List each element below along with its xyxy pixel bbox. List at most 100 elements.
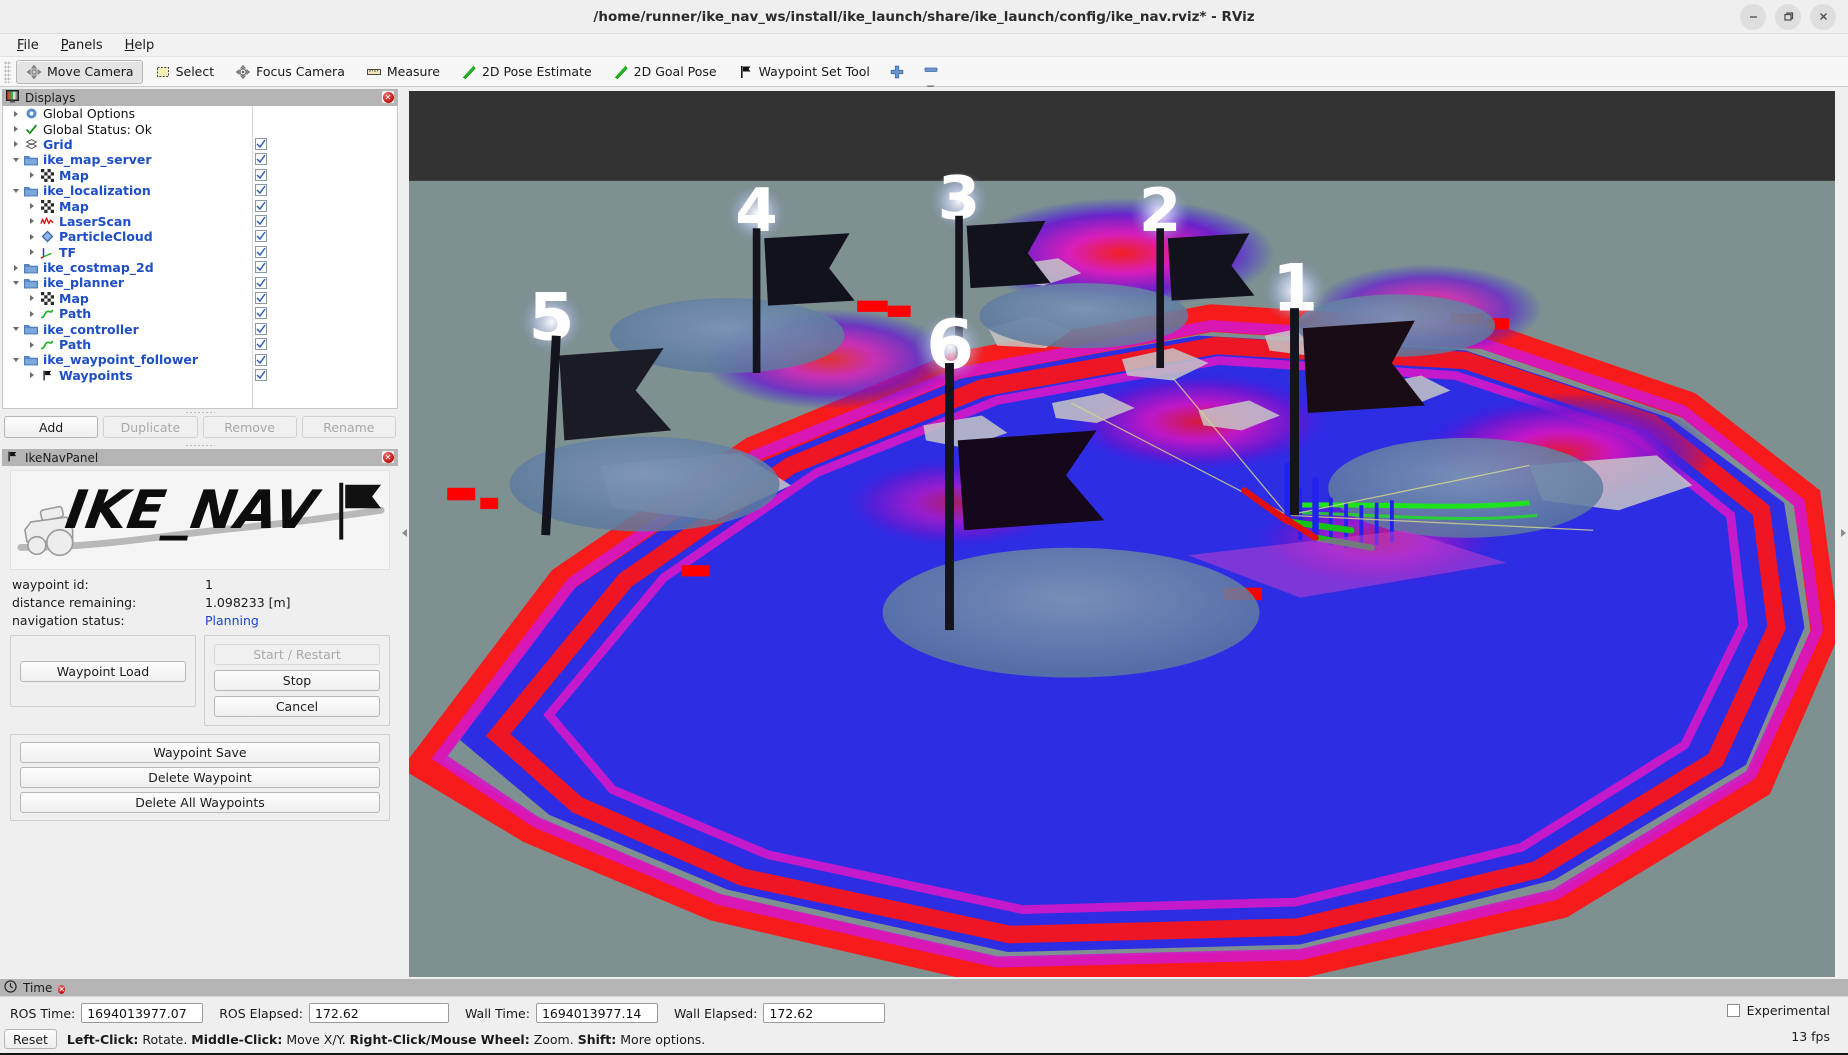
expander-icon[interactable] (9, 327, 23, 332)
tree-item-ike-costmap-2d[interactable]: ike_costmap_2d (3, 260, 397, 275)
reset-button[interactable]: Reset (4, 1029, 57, 1049)
displays-close-button[interactable]: ✕ (381, 90, 395, 104)
remove-tool-button[interactable] (915, 60, 947, 90)
tree-item-ike-planner[interactable]: ike_planner (3, 275, 397, 290)
expander-icon[interactable] (25, 295, 39, 302)
remove-display-button[interactable]: Remove (202, 416, 297, 438)
menu-file[interactable]: FFileile (8, 36, 48, 55)
add-display-button[interactable]: Add (4, 416, 99, 438)
expander-icon[interactable] (25, 249, 39, 256)
tree-item-particlecloud[interactable]: ParticleCloud (3, 229, 397, 244)
render-viewport[interactable]: 5 4 3 2 1 6 (409, 91, 1835, 977)
tree-item-tf[interactable]: TF (3, 245, 397, 260)
tree-item-ike-waypoint-follower[interactable]: ike_waypoint_follower (3, 352, 397, 367)
tree-item-checkbox[interactable] (255, 368, 267, 381)
left-dock-splitter[interactable] (400, 87, 409, 979)
expander-icon[interactable] (25, 310, 39, 317)
time-panel-close-button[interactable]: ✕ (58, 981, 66, 995)
tool-label: Move Camera (47, 64, 134, 79)
tool-2d-goal-pose[interactable]: 2D Goal Pose (603, 60, 726, 84)
tool-move-camera[interactable]: Move Camera (16, 59, 143, 84)
experimental-checkbox[interactable] (1726, 1004, 1740, 1017)
tree-item-map[interactable]: Map (3, 291, 397, 306)
tree-item-map[interactable]: Map (3, 198, 397, 214)
waypoint-load-button[interactable]: Waypoint Load (20, 660, 186, 682)
tree-item-checkbox[interactable] (255, 168, 267, 181)
tree-item-checkbox[interactable] (255, 307, 267, 320)
tool-focus-camera[interactable]: Focus Camera (225, 60, 354, 84)
maximize-button[interactable] (1775, 3, 1801, 30)
expander-icon[interactable] (25, 341, 39, 348)
duplicate-display-button[interactable]: Duplicate (103, 416, 198, 438)
wall-elapsed-input[interactable]: 172.62 (763, 1003, 886, 1023)
tree-item-path[interactable]: Path (3, 337, 397, 352)
minimize-button[interactable] (1740, 3, 1766, 30)
laserscan-icon (39, 215, 55, 227)
close-button[interactable] (1810, 3, 1836, 30)
ros-time-input[interactable]: 1694013977.07 (81, 1003, 204, 1023)
tree-item-checkbox[interactable] (255, 291, 267, 304)
tree-item-checkbox[interactable] (255, 153, 267, 166)
tool-waypoint-set[interactable]: Waypoint Set Tool (728, 60, 879, 84)
expander-icon[interactable] (9, 157, 23, 162)
expander-icon[interactable] (9, 280, 23, 285)
expander-icon[interactable] (25, 203, 39, 210)
tree-item-global-status[interactable]: Global Status: Ok (3, 121, 397, 137)
add-tool-button[interactable] (881, 60, 913, 84)
menu-panels[interactable]: Panels (52, 36, 112, 55)
expander-icon[interactable] (9, 357, 23, 362)
expander-icon[interactable] (25, 372, 39, 379)
tree-item-checkbox[interactable] (255, 338, 267, 351)
tool-select[interactable]: Select (145, 60, 224, 84)
tree-item-laserscan[interactable]: LaserScan (3, 214, 397, 229)
tree-item-map[interactable]: Map (3, 168, 397, 183)
waypoint-save-button[interactable]: Waypoint Save (20, 742, 380, 763)
tree-item-label: ike_map_server (43, 152, 152, 168)
tree-item-global-options[interactable]: Global Options (3, 106, 397, 121)
expander-icon[interactable] (9, 110, 23, 117)
experimental-toggle[interactable]: Experimental (1726, 1003, 1830, 1018)
toolbar-grip[interactable] (4, 60, 11, 83)
tree-item-checkbox[interactable] (255, 322, 267, 335)
expander-icon[interactable] (9, 126, 23, 133)
panel-resize-handle[interactable] (2, 442, 398, 449)
tree-item-waypoints[interactable]: Waypoints (3, 368, 397, 383)
displays-tree[interactable]: Global Options Global Status: Ok Grid ik… (2, 106, 398, 409)
tree-item-grid[interactable]: Grid (3, 137, 397, 152)
displays-resize-handle[interactable] (2, 409, 398, 416)
tree-item-checkbox[interactable] (255, 199, 267, 212)
tool-2d-pose-estimate[interactable]: 2D Pose Estimate (451, 60, 601, 84)
delete-all-waypoints-button[interactable]: Delete All Waypoints (20, 792, 380, 813)
expander-icon[interactable] (25, 172, 39, 179)
path-icon (39, 339, 55, 351)
expander-icon[interactable] (9, 264, 23, 271)
tree-item-path[interactable]: Path (3, 306, 397, 321)
tree-item-ike-localization[interactable]: ike_localization (3, 183, 397, 198)
tree-item-checkbox[interactable] (255, 261, 267, 274)
tree-item-checkbox[interactable] (255, 245, 267, 258)
tree-item-checkbox[interactable] (255, 276, 267, 289)
tool-measure[interactable]: Measure (356, 60, 449, 84)
tree-item-ike-map-server[interactable]: ike_map_server (3, 152, 397, 167)
tree-item-checkbox[interactable] (255, 184, 267, 197)
tree-item-checkbox[interactable] (255, 215, 267, 228)
delete-waypoint-button[interactable]: Delete Waypoint (20, 767, 380, 788)
ros-elapsed-input[interactable]: 172.62 (308, 1003, 449, 1023)
tree-item-checkbox[interactable] (255, 353, 267, 366)
tree-item-checkbox[interactable] (255, 138, 267, 151)
rename-display-button[interactable]: Rename (301, 416, 396, 438)
expander-icon[interactable] (9, 188, 23, 193)
stop-button[interactable]: Stop (214, 670, 380, 691)
wall-time-input[interactable]: 1694013977.14 (535, 1003, 658, 1023)
tree-item-checkbox[interactable] (255, 230, 267, 243)
expander-icon[interactable] (9, 141, 23, 148)
right-dock-splitter[interactable] (1839, 87, 1848, 979)
start-restart-button[interactable]: Start / Restart (214, 644, 380, 665)
cancel-button[interactable]: Cancel (214, 696, 380, 717)
expander-icon[interactable] (25, 218, 39, 225)
expander-icon[interactable] (25, 233, 39, 240)
tree-item-ike-controller[interactable]: ike_controller (3, 321, 397, 337)
ike-nav-panel-close-button[interactable]: ✕ (381, 450, 395, 464)
viewport-scene: 5 4 3 2 1 6 (409, 91, 1835, 977)
menu-help[interactable]: Help (116, 36, 164, 55)
